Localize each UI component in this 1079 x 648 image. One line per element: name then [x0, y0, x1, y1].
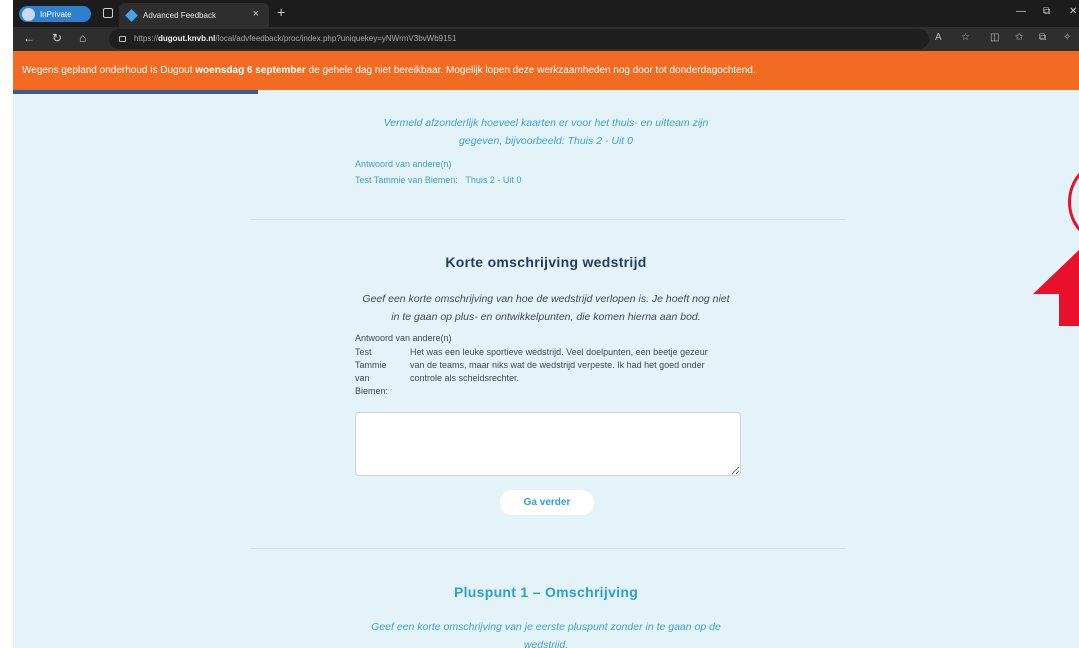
refresh-icon[interactable]: ↻ — [52, 31, 62, 45]
tab-actions-icon[interactable] — [103, 8, 113, 18]
notice-text-rest: de gehele dag niet bereikbaar. Mogelijk … — [305, 65, 756, 76]
read-aloud-icon[interactable]: A — [935, 32, 942, 43]
pluspunt-desc-line2: wedstrijd. — [523, 639, 569, 648]
cards-answer-value: Thuis 2 - Uit 0 — [465, 175, 522, 185]
favorites-icon[interactable]: ✩ — [1015, 32, 1023, 43]
section-divider — [251, 219, 845, 220]
maintenance-notice: Wegens gepland onderhoud is Dugout woens… — [13, 51, 1079, 90]
cards-answer-row: Test Tammie van Biemen: Thuis 2 - Uit 0 — [355, 172, 521, 188]
section-heading-description: Korte omschrijving wedstrijd — [445, 254, 647, 270]
url-path: /local/advfeedback/proc/index.php?unique… — [215, 34, 457, 43]
author-line: van — [355, 373, 370, 383]
url-field[interactable]: https://dugout.knvb.nl/local/advfeedback… — [109, 29, 929, 49]
cards-description: Vermeld afzonderlijk hoeveel kaarten er … — [13, 114, 1079, 150]
restore-icon[interactable]: ⧉ — [1043, 6, 1050, 17]
title-bar: InPrivate Advanced Feedback × + — ⧉ ✕ — [13, 0, 1079, 27]
cards-answer-name: Test Tammie van Biemen: — [355, 175, 458, 185]
url-domain: dugout.knvb.nl — [158, 34, 216, 43]
favorite-star-icon[interactable]: ☆ — [961, 32, 970, 43]
answer-line: controle als scheidsrechter. — [410, 373, 520, 383]
cards-desc-line2: gegeven, bijvoorbeeld: Thuis 2 - Uit 0 — [459, 135, 633, 147]
pluspunt-desc-line1: Geef een korte omschrijving van je eerst… — [371, 621, 721, 633]
pluspunt-instructions: Geef een korte omschrijving van je eerst… — [13, 618, 1079, 648]
author-line: Tammie — [355, 360, 387, 370]
description-desc-line2: in te gaan op plus- en ontwikkelpunten, … — [391, 311, 701, 323]
feedback-form: Vermeld afzonderlijk hoeveel kaarten er … — [13, 94, 1079, 648]
notice-date: woensdag 6 september — [195, 65, 306, 76]
continue-button[interactable]: Ga verder — [500, 490, 594, 515]
minimize-icon[interactable]: — — [1016, 6, 1026, 17]
section-divider — [251, 548, 845, 549]
answer-text: Het was een leuke sportieve wedstrijd. V… — [410, 346, 755, 398]
description-instructions: Geef een korte omschrijving van hoe de w… — [13, 290, 1079, 326]
back-icon[interactable]: ← — [23, 31, 35, 45]
address-bar-row: ← ↻ ⌂ https://dugout.knvb.nl/local/advfe… — [13, 27, 1079, 51]
section-heading-pluspunt: Pluspunt 1 – Omschrijving — [453, 584, 639, 600]
author-line: Biemen: — [355, 386, 389, 396]
tab-close-icon[interactable]: × — [253, 8, 259, 20]
answer-line: van de teams, maar niks wat de wedstrijd… — [410, 360, 705, 370]
url-prefix: https:// — [134, 34, 159, 43]
site-favicon-icon — [125, 8, 138, 22]
tab-advanced-feedback[interactable]: Advanced Feedback × — [119, 3, 269, 27]
tab-title: Advanced Feedback — [143, 10, 216, 20]
split-screen-icon[interactable]: ◫ — [990, 32, 999, 43]
notice-text: Wegens gepland onderhoud is Dugout — [22, 65, 196, 76]
extensions-icon[interactable]: ✧ — [1063, 32, 1071, 43]
close-window-icon[interactable]: ✕ — [1069, 6, 1077, 17]
answer-entry: Test Tammie van Biemen: Het was een leuk… — [355, 346, 755, 398]
lock-icon — [119, 36, 126, 42]
cards-desc-line1: Vermeld afzonderlijk hoeveel kaarten er … — [383, 117, 709, 129]
cards-answers-label: Antwoord van andere(n) — [355, 159, 452, 169]
description-textarea[interactable] — [355, 412, 741, 476]
collections-icon[interactable]: ⧉ — [1039, 32, 1046, 43]
description-desc-line1: Geef een korte omschrijving van hoe de w… — [362, 293, 730, 305]
description-answers-label: Antwoord van andere(n) — [355, 333, 452, 343]
inprivate-label: InPrivate — [40, 9, 72, 19]
author-line: Test — [355, 347, 372, 357]
home-icon[interactable]: ⌂ — [79, 31, 86, 45]
description-answers: Antwoord van andere(n) Test Tammie van B… — [355, 332, 755, 398]
browser-window: InPrivate Advanced Feedback × + — ⧉ ✕ ← … — [13, 0, 1079, 648]
annotation-arrow-icon — [1033, 250, 1079, 326]
new-tab-icon[interactable]: + — [277, 4, 285, 20]
inprivate-badge[interactable]: InPrivate — [19, 6, 91, 22]
answer-line: Het was een leuke sportieve wedstrijd. V… — [410, 347, 708, 357]
answer-author: Test Tammie van Biemen: — [355, 346, 410, 398]
profile-avatar — [22, 7, 35, 21]
